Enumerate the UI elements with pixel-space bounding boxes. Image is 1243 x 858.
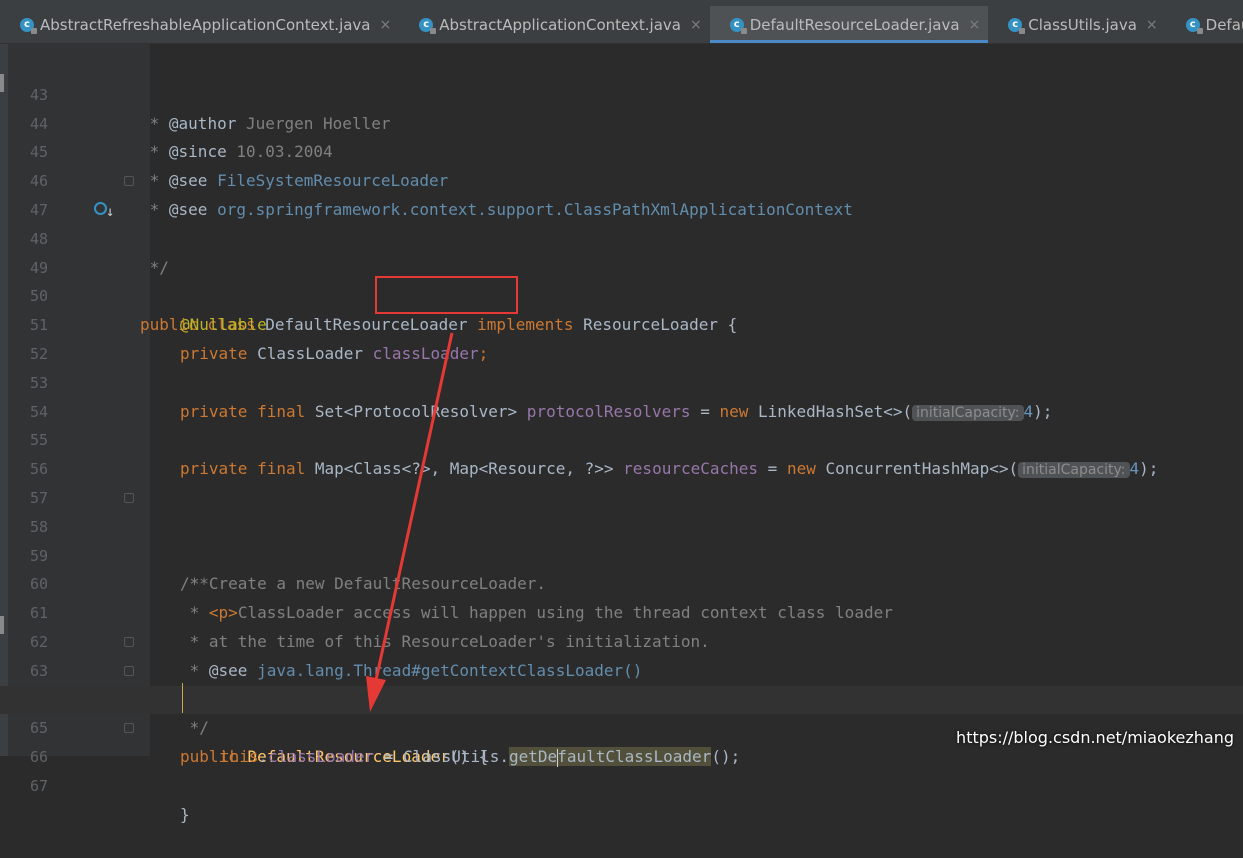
line-number: 67 xyxy=(29,776,48,795)
watermark: https://blog.csdn.net/miaokezhang xyxy=(956,728,1234,747)
annotation-arrow-icon xyxy=(366,332,454,712)
